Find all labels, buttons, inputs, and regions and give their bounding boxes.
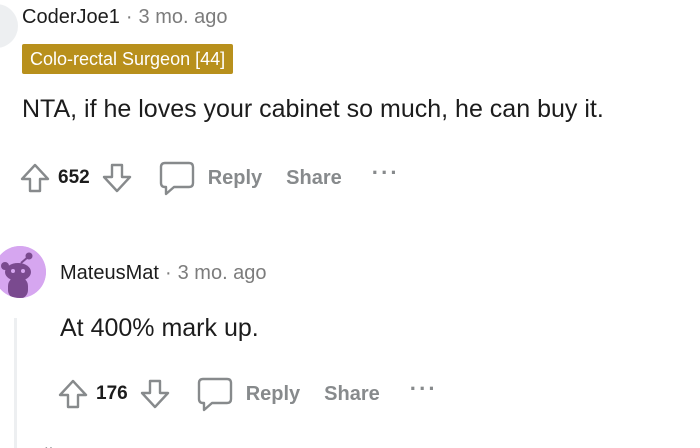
reply-label: Reply [245, 382, 301, 405]
thread-collapse-line[interactable] [14, 318, 17, 448]
upvote-icon [20, 163, 50, 193]
comment-body: NTA, if he loves your cabinet so much, h… [22, 95, 604, 123]
more-options-button[interactable]: ··· [372, 160, 400, 186]
downvote-icon [102, 163, 131, 193]
snoo-avatar-graphic [0, 246, 46, 298]
username-link[interactable]: MateusMat [60, 262, 159, 284]
downvote-icon [140, 379, 169, 409]
comment-meta: CoderJoe1 · 3 mo. ago [22, 6, 227, 29]
share-button[interactable]: Share [286, 167, 342, 190]
speech-bubble-icon [159, 161, 194, 196]
reply-button[interactable]: Reply [196, 376, 300, 412]
comment-meta: MateusMat · 3 mo. ago [60, 262, 267, 285]
comment-actions: 176 Reply Share ··· [56, 374, 438, 414]
meta-separator: · [125, 6, 133, 28]
comment-timestamp[interactable]: 3 mo. ago [139, 6, 228, 28]
vote-score: 176 [96, 383, 128, 404]
meta-separator: · [164, 262, 172, 284]
next-comment-avatar-edge: ․․ [44, 436, 54, 448]
username-link[interactable]: CoderJoe1 [22, 6, 120, 28]
share-button[interactable]: Share [324, 383, 380, 406]
comment-actions: 652 Reply Share ··· [18, 158, 400, 198]
upvote-icon [58, 379, 88, 409]
comment-body: At 400% mark up. [60, 314, 259, 342]
avatar[interactable] [0, 4, 18, 48]
snoo-avatar-icon[interactable] [0, 246, 46, 298]
vote-score: 652 [58, 167, 90, 188]
upvote-button[interactable] [56, 377, 90, 411]
more-options-button[interactable]: ··· [410, 376, 438, 402]
comment-timestamp[interactable]: 3 mo. ago [178, 262, 267, 284]
reply-label: Reply [207, 166, 263, 189]
downvote-button[interactable] [100, 161, 134, 195]
user-flair: Colo-rectal Surgeon [44] [22, 44, 234, 74]
downvote-button[interactable] [138, 377, 172, 411]
speech-bubble-icon [197, 377, 232, 412]
upvote-button[interactable] [18, 161, 52, 195]
comment-thread: CoderJoe1 · 3 mo. ago Colo-rectal Surgeon … [0, 0, 700, 448]
reply-button[interactable]: Reply [158, 160, 262, 196]
